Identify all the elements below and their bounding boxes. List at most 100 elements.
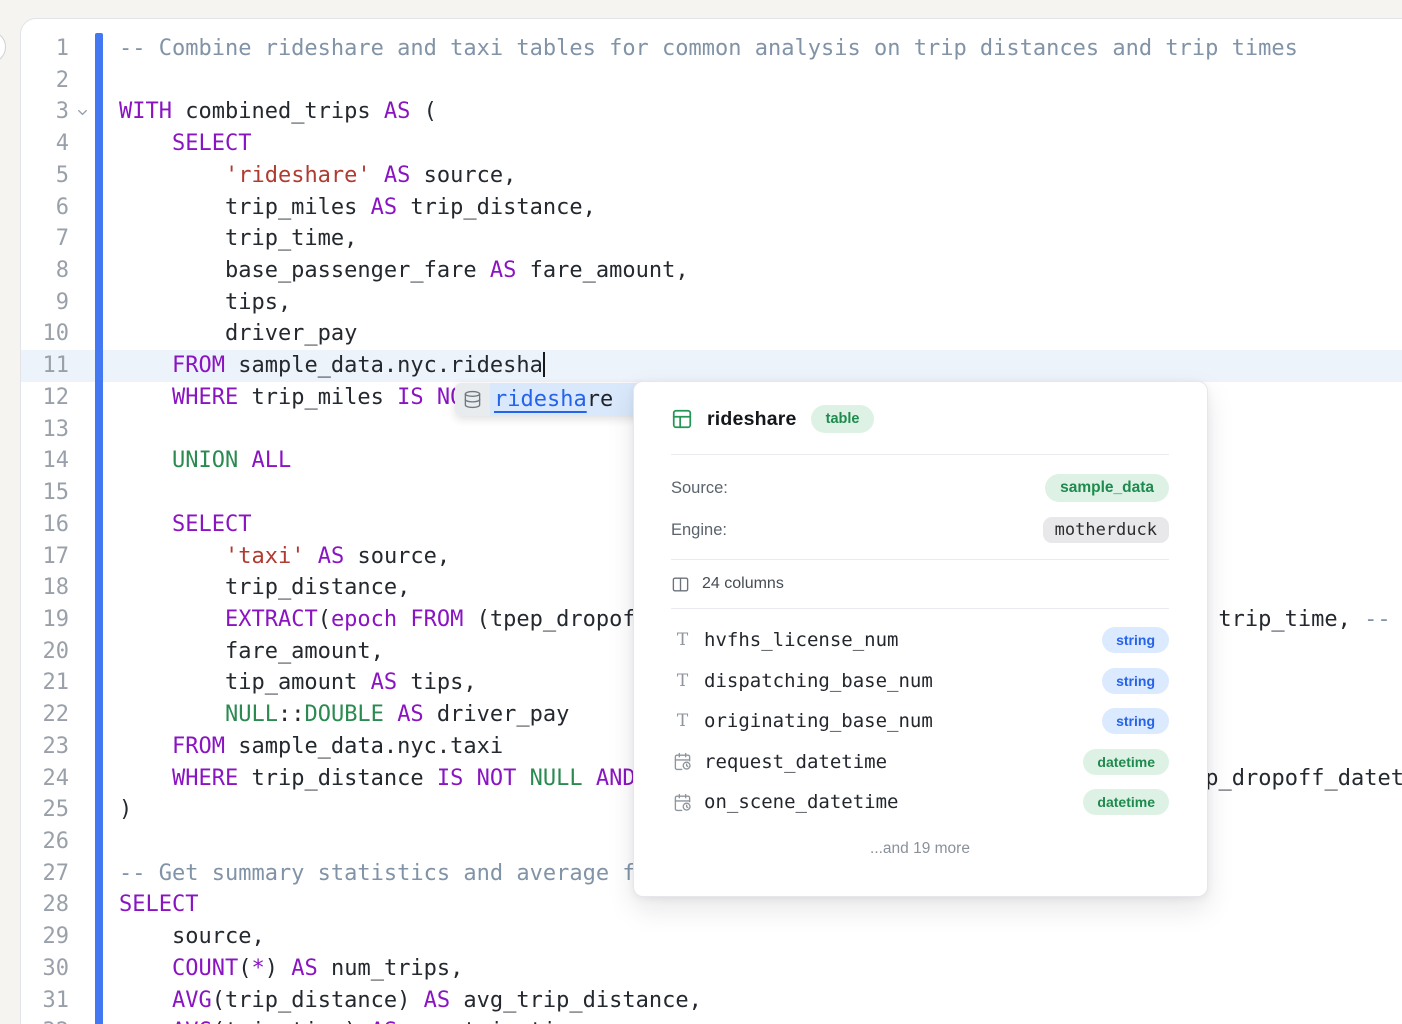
code-token: -- seconds [1364, 607, 1402, 632]
code-token: tips, [119, 290, 291, 315]
code-line[interactable]: 10 driver_pay [21, 318, 1402, 350]
column-type-badge: string [1102, 668, 1169, 694]
code-token [384, 702, 397, 727]
more-columns-label: ...and 19 more [671, 827, 1169, 871]
code-token: trip_distance [238, 766, 437, 791]
column-type-badge: string [1102, 708, 1169, 734]
line-number[interactable]: 31 [21, 985, 69, 1017]
line-number[interactable]: 9 [21, 287, 69, 319]
columns-count-row: 24 columns [671, 560, 1169, 608]
code-line[interactable]: 5 'rideshare' AS source, [21, 160, 1402, 192]
code-token: source, [410, 163, 516, 188]
line-number[interactable]: 1 [21, 33, 69, 65]
code-token: AS [371, 195, 398, 220]
line-number[interactable]: 4 [21, 128, 69, 160]
code-line[interactable]: 31 AVG(trip_distance) AS avg_trip_distan… [21, 985, 1402, 1017]
code-token: WITH [119, 99, 172, 124]
line-number[interactable]: 29 [21, 921, 69, 953]
gutter-spacer [69, 255, 95, 287]
line-number[interactable]: 21 [21, 667, 69, 699]
fold-chevron-icon[interactable] [69, 96, 95, 128]
code-text: trip_miles AS trip_distance, [103, 192, 596, 224]
line-number[interactable]: 12 [21, 382, 69, 414]
table-info-popover: rideshare table Source: sample_data Engi… [633, 381, 1208, 897]
code-token [119, 512, 172, 537]
source-row: Source: sample_data [671, 467, 1169, 509]
code-line[interactable]: 2 [21, 65, 1402, 97]
code-token [304, 544, 317, 569]
text-type-icon: T [673, 671, 692, 691]
line-number[interactable]: 32 [21, 1016, 69, 1024]
line-number[interactable]: 23 [21, 731, 69, 763]
code-line[interactable]: 3WITH combined_trips AS ( [21, 96, 1402, 128]
gutter-spacer [69, 192, 95, 224]
code-line[interactable]: 7 trip_time, [21, 223, 1402, 255]
text-type-icon: T [673, 711, 692, 731]
line-number[interactable]: 10 [21, 318, 69, 350]
line-number[interactable]: 30 [21, 953, 69, 985]
code-line[interactable]: 32 AVG(trip_time) AS avg_trip_time, [21, 1016, 1402, 1024]
line-number[interactable]: 15 [21, 477, 69, 509]
code-token: NULL [530, 766, 583, 791]
line-number[interactable]: 5 [21, 160, 69, 192]
line-number[interactable]: 16 [21, 509, 69, 541]
line-number[interactable]: 19 [21, 604, 69, 636]
code-token [119, 734, 172, 759]
gutter-spacer [69, 731, 95, 763]
code-line[interactable]: 1 -- Combine rideshare and taxi tables fo… [21, 33, 1402, 65]
code-token: avg_trip_time, [397, 1019, 596, 1024]
code-text: SELECT [103, 889, 198, 921]
edge-circle-button[interactable] [0, 31, 6, 63]
line-number[interactable]: 26 [21, 826, 69, 858]
gutter-spacer [69, 160, 95, 192]
line-number[interactable]: 28 [21, 889, 69, 921]
autocomplete-option-rideshare[interactable]: rideshare [455, 383, 644, 416]
gutter-spacer [69, 414, 95, 446]
code-text: -- Combine rideshare and taxi tables for… [103, 33, 1298, 65]
gutter-spacer [69, 604, 95, 636]
code-text [103, 826, 119, 858]
line-number[interactable]: 22 [21, 699, 69, 731]
line-number[interactable]: 25 [21, 794, 69, 826]
code-token: trip_miles [238, 385, 397, 410]
engine-value-badge: motherduck [1043, 517, 1169, 543]
code-token: source, [344, 544, 450, 569]
line-number[interactable]: 27 [21, 858, 69, 890]
code-line[interactable]: 30 COUNT(*) AS num_trips, [21, 953, 1402, 985]
code-token: 'rideshare' [225, 163, 371, 188]
code-line[interactable]: 9 tips, [21, 287, 1402, 319]
code-line[interactable]: 8 base_passenger_fare AS fare_amount, [21, 255, 1402, 287]
cell-indicator-bar [95, 33, 103, 1024]
table-type-badge: table [811, 405, 875, 433]
code-token: :: [278, 702, 305, 727]
line-number[interactable]: 13 [21, 414, 69, 446]
line-number[interactable]: 3 [21, 96, 69, 128]
gutter-spacer [69, 858, 95, 890]
code-token [119, 448, 172, 473]
code-line[interactable]: 11 FROM sample_data.nyc.ridesha [21, 350, 1402, 382]
line-number[interactable]: 20 [21, 636, 69, 668]
line-number[interactable]: 18 [21, 572, 69, 604]
code-line[interactable]: 4 SELECT [21, 128, 1402, 160]
line-number[interactable]: 17 [21, 541, 69, 573]
line-number[interactable]: 8 [21, 255, 69, 287]
autocomplete-rest-text: re [587, 387, 614, 412]
line-number[interactable]: 11 [21, 350, 69, 382]
line-number[interactable]: 6 [21, 192, 69, 224]
column-row: on_scene_datetimedatetime [671, 782, 1169, 823]
code-token: AS [490, 258, 517, 283]
code-token: trip_time, [119, 226, 357, 251]
line-number[interactable]: 14 [21, 445, 69, 477]
line-number[interactable]: 24 [21, 763, 69, 795]
line-number[interactable]: 7 [21, 223, 69, 255]
code-token: trip_distance, [119, 575, 410, 600]
gutter-spacer [69, 33, 95, 65]
code-line[interactable]: 29 source, [21, 921, 1402, 953]
line-number[interactable]: 2 [21, 65, 69, 97]
code-token: ( [238, 956, 251, 981]
code-line[interactable]: 6 trip_miles AS trip_distance, [21, 192, 1402, 224]
code-token [119, 956, 172, 981]
code-token: ) [119, 797, 132, 822]
gutter-spacer [69, 318, 95, 350]
code-text [103, 65, 119, 97]
